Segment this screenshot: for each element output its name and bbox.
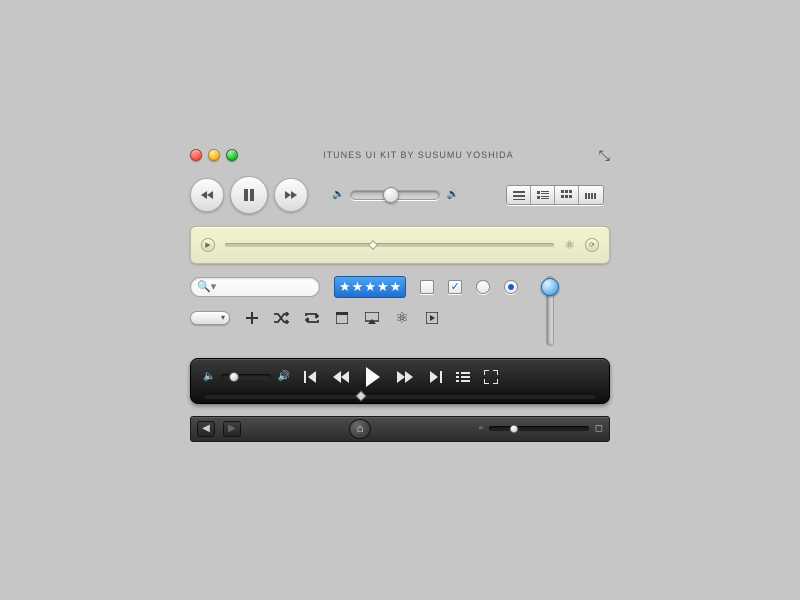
dark-volume-group: 🔈 🔊 [203,371,290,382]
vertical-slider[interactable] [546,276,554,346]
close-window-button[interactable] [190,149,202,161]
lcd-progress-slider[interactable] [225,243,554,247]
checkbox-checked[interactable]: ✓ [448,280,462,294]
prev-track-button[interactable] [304,371,318,383]
checkbox-unchecked[interactable] [420,280,434,294]
view-grid-button[interactable] [555,186,579,204]
zoom-slider-knob[interactable] [509,424,518,433]
controls-row-1: 🔍▾ ★ ★ ★ ★ ★ ✓ ▾ [190,276,610,346]
zoom-slider[interactable] [489,426,589,431]
view-album-list-button[interactable] [531,186,555,204]
visualizer-icon[interactable]: ⚛ [564,238,575,252]
lcd-track-display: ▶ ⚛ ⟳ [190,226,610,264]
window-icon[interactable] [334,310,350,326]
dark-progress-slider[interactable] [203,393,597,399]
volume-high-icon: 🔊 [446,189,458,200]
next-button[interactable] [274,178,308,212]
playlist-icon[interactable] [456,371,470,383]
fullscreen-icon[interactable] [484,370,498,384]
volume-low-icon: 🔈 [203,371,215,382]
lcd-progress-knob[interactable] [368,240,378,250]
dark-navbar: ◀ ▶ ⌂ ▫ ◻ [190,416,610,442]
title-row: ITUNES UI KIT BY SUSUMU YOSHIDA ⤢ [190,147,610,164]
chevron-down-icon: ▾ [221,313,225,322]
fast-forward-button[interactable] [396,371,414,383]
next-track-button[interactable] [428,371,442,383]
thumb-large-icon: ◻ [595,423,603,434]
view-list-button[interactable] [507,186,531,204]
volume-slider[interactable] [350,190,440,200]
star-icon: ★ [339,279,351,295]
shuffle-icon[interactable] [274,310,290,326]
dark-progress-knob[interactable] [355,390,366,401]
star-icon: ★ [364,279,376,295]
search-icon: 🔍▾ [197,280,216,293]
radio-unselected[interactable] [476,280,490,294]
search-input[interactable] [220,281,300,292]
volume-low-icon: 🔈 [332,189,344,200]
view-coverflow-button[interactable] [579,186,603,204]
dark-volume-knob[interactable] [229,372,239,382]
previous-button[interactable] [190,178,224,212]
atom-icon[interactable]: ⚛ [394,310,410,326]
zoom-slider-group: ▫ ◻ [479,423,603,434]
nav-forward-button[interactable]: ▶ [223,421,241,437]
add-icon[interactable] [244,310,260,326]
expand-icon[interactable]: ⤢ [599,147,610,164]
star-rating[interactable]: ★ ★ ★ ★ ★ [334,276,406,298]
rewind-button[interactable] [332,371,350,383]
lcd-repeat-icon[interactable]: ⟳ [585,238,599,252]
traffic-lights [190,149,238,161]
airplay-icon[interactable] [364,310,380,326]
zoom-window-button[interactable] [226,149,238,161]
play-button[interactable] [364,367,382,387]
kit-title: ITUNES UI KIT BY SUSUMU YOSHIDA [323,150,514,160]
nav-back-button[interactable]: ◀ [197,421,215,437]
star-icon: ★ [352,279,364,295]
radio-selected[interactable] [504,280,518,294]
repeat-icon[interactable] [304,310,320,326]
ui-kit-panel: ITUNES UI KIT BY SUSUMU YOSHIDA ⤢ 🔈 🔊 [190,147,610,454]
star-icon: ★ [377,279,389,295]
dark-player-bar: 🔈 🔊 [190,358,610,404]
play-boxed-icon[interactable] [424,310,440,326]
pause-button[interactable] [230,176,268,214]
dropdown-pill-button[interactable]: ▾ [190,311,230,325]
star-icon: ★ [390,279,402,295]
thumb-small-icon: ▫ [479,423,483,434]
volume-slider-knob[interactable] [383,187,399,203]
view-mode-segmented [506,185,604,205]
volume-high-icon: 🔊 [277,371,289,382]
transport-row: 🔈 🔊 [190,176,610,214]
home-button[interactable]: ⌂ [349,419,371,439]
dark-volume-slider[interactable] [221,374,271,380]
search-field[interactable]: 🔍▾ [190,277,320,297]
vertical-slider-knob[interactable] [541,278,559,296]
lcd-play-icon[interactable]: ▶ [201,238,215,252]
minimize-window-button[interactable] [208,149,220,161]
